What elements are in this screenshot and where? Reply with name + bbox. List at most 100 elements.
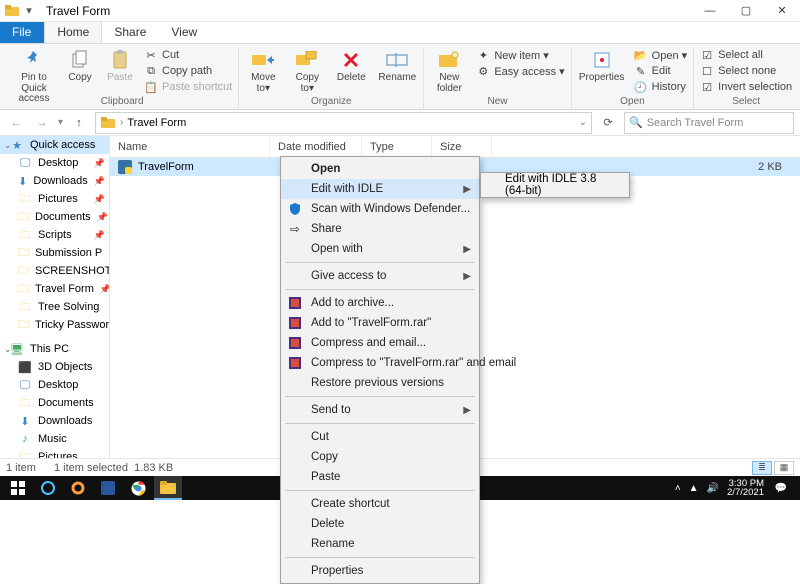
paste-button[interactable]: Paste (104, 48, 136, 84)
recent-locations-button[interactable]: ▾ (58, 117, 63, 128)
maximize-button[interactable]: ▢ (728, 0, 764, 22)
menu-add-archive[interactable]: Add to archive... (281, 293, 479, 313)
taskbar-explorer[interactable] (154, 476, 182, 500)
taskbar-app-1[interactable] (34, 476, 62, 500)
rename-button[interactable]: Rename (377, 48, 417, 84)
copy-path-button[interactable]: ⧉Copy path (144, 64, 232, 78)
menu-compress-rar-email[interactable]: Compress to "TravelForm.rar" and email (281, 353, 479, 373)
menu-open[interactable]: Open (281, 159, 479, 179)
details-view-button[interactable]: ≣ (752, 461, 772, 475)
col-size[interactable]: Size (432, 136, 492, 157)
edit-button[interactable]: ✎Edit (634, 64, 688, 78)
sidebar-item[interactable]: ♪Music (0, 430, 109, 448)
chevron-right-icon[interactable]: › (120, 117, 123, 128)
taskbar-app-2[interactable] (64, 476, 92, 500)
sidebar-item[interactable]: 🖵Desktop📌 (0, 154, 109, 172)
select-all-button[interactable]: ☑Select all (700, 48, 792, 62)
paste-shortcut-button[interactable]: 📋Paste shortcut (144, 80, 232, 94)
path-box[interactable]: › Travel Form ⌄ (95, 112, 592, 134)
minimize-button[interactable]: — (692, 0, 728, 22)
sidebar-item[interactable]: 🗀Travel Form📌 (0, 280, 109, 298)
sidebar-item[interactable]: 🗀Tree Solving (0, 298, 109, 316)
sidebar-item[interactable]: 🗀Documents📌 (0, 208, 109, 226)
clock[interactable]: 3:30 PM 2/7/2021 (727, 479, 764, 498)
back-button[interactable]: ← (6, 113, 26, 133)
menu-create-shortcut[interactable]: Create shortcut (281, 494, 479, 514)
notifications-icon[interactable]: 💬 (772, 479, 790, 497)
taskbar-app-3[interactable] (94, 476, 122, 500)
sidebar-item[interactable]: ⬛3D Objects (0, 358, 109, 376)
tray-chevron-up-icon[interactable]: ˄ (675, 483, 681, 494)
tray-volume-icon[interactable]: 🔊 (707, 483, 719, 494)
menu-delete[interactable]: Delete (281, 514, 479, 534)
sidebar-item[interactable]: 🗀Scripts📌 (0, 226, 109, 244)
properties-button[interactable]: Properties (578, 48, 626, 84)
menu-paste[interactable]: Paste (281, 467, 479, 487)
nav-pane[interactable]: ⌄★Quick access 🖵Desktop📌⬇Downloads📌🗀Pict… (0, 136, 110, 458)
copy-to-button[interactable]: Copy to▾ (289, 48, 325, 94)
history-button[interactable]: 🕘History (634, 80, 688, 94)
path-dropdown-button[interactable]: ⌄ (579, 117, 587, 128)
new-item-button[interactable]: ✦New item ▾ (476, 48, 564, 62)
new-folder-button[interactable]: New folder (430, 48, 468, 94)
menu-share[interactable]: ⇨Share (281, 219, 479, 239)
menu-send-to[interactable]: Send to▶ (281, 400, 479, 420)
menu-restore-previous[interactable]: Restore previous versions (281, 373, 479, 393)
sidebar-item[interactable]: ⬇Downloads📌 (0, 172, 109, 190)
select-none-button[interactable]: ☐Select none (700, 64, 792, 78)
menu-open-with[interactable]: Open with▶ (281, 239, 479, 259)
column-headers[interactable]: Name Date modified Type Size (110, 136, 800, 158)
sidebar-item[interactable]: 🗀Submission P📌 (0, 244, 109, 262)
refresh-button[interactable]: ⟳ (598, 116, 618, 129)
paste-shortcut-label: Paste shortcut (162, 81, 232, 93)
col-name[interactable]: Name (110, 136, 270, 157)
menu-properties[interactable]: Properties (281, 561, 479, 581)
thumbnails-view-button[interactable]: ▦ (774, 461, 794, 475)
qat-expand-icon[interactable]: ▾ (20, 4, 38, 17)
sidebar-item[interactable]: 🗀SCREENSHOT📌 (0, 262, 109, 280)
copy-button[interactable]: Copy (64, 48, 96, 84)
move-to-button[interactable]: Move to▾ (245, 48, 281, 94)
tab-home[interactable]: Home (44, 22, 102, 43)
cut-button[interactable]: ✂Cut (144, 48, 232, 62)
start-button[interactable] (4, 476, 32, 500)
this-pc-header[interactable]: ⌄🖥This PC (0, 340, 109, 358)
path-segment[interactable]: Travel Form (127, 117, 186, 129)
tab-file[interactable]: File (0, 22, 44, 43)
system-tray[interactable]: ˄ ▲ 🔊 3:30 PM 2/7/2021 💬 (675, 479, 796, 498)
tray-network-icon[interactable]: ▲ (689, 483, 699, 494)
sidebar-item-label: 3D Objects (38, 361, 92, 373)
open-button[interactable]: 📂Open ▾ (634, 48, 688, 62)
tab-share[interactable]: Share (102, 22, 159, 43)
easy-access-button[interactable]: ⚙Easy access ▾ (476, 64, 564, 78)
col-date[interactable]: Date modified (270, 136, 362, 157)
sidebar-item[interactable]: 🗀Tricky Password (0, 316, 109, 334)
tab-view[interactable]: View (159, 22, 210, 43)
rename-label: Rename (378, 73, 416, 84)
up-button[interactable]: ↑ (69, 113, 89, 133)
sidebar-item[interactable]: 🖵Desktop (0, 376, 109, 394)
sidebar-item[interactable]: 🗀Pictures📌 (0, 190, 109, 208)
taskbar-chrome[interactable] (124, 476, 152, 500)
delete-button[interactable]: Delete (333, 48, 369, 84)
sidebar-item-label: Music (38, 433, 67, 445)
menu-give-access[interactable]: Give access to▶ (281, 266, 479, 286)
col-type[interactable]: Type (362, 136, 432, 157)
sidebar-item[interactable]: 🗀Pictures (0, 448, 109, 458)
invert-selection-button[interactable]: ☑Invert selection (700, 80, 792, 94)
sidebar-item[interactable]: ⬇Downloads (0, 412, 109, 430)
pin-to-quick-access-button[interactable]: Pin to Quick access (12, 48, 56, 105)
menu-scan-defender[interactable]: Scan with Windows Defender... (281, 199, 479, 219)
quick-access-header[interactable]: ⌄★Quick access (0, 136, 109, 154)
forward-button[interactable]: → (32, 113, 52, 133)
menu-compress-email[interactable]: Compress and email... (281, 333, 479, 353)
sidebar-item[interactable]: 🗀Documents (0, 394, 109, 412)
submenu-idle-38[interactable]: Edit with IDLE 3.8 (64-bit) (481, 175, 629, 195)
search-input[interactable]: 🔍 Search Travel Form (624, 112, 794, 134)
menu-cut[interactable]: Cut (281, 427, 479, 447)
menu-rename[interactable]: Rename (281, 534, 479, 554)
close-button[interactable]: ✕ (764, 0, 800, 22)
menu-add-to-rar[interactable]: Add to "TravelForm.rar" (281, 313, 479, 333)
menu-edit-with-idle[interactable]: Edit with IDLE▶ (281, 179, 479, 199)
menu-copy[interactable]: Copy (281, 447, 479, 467)
